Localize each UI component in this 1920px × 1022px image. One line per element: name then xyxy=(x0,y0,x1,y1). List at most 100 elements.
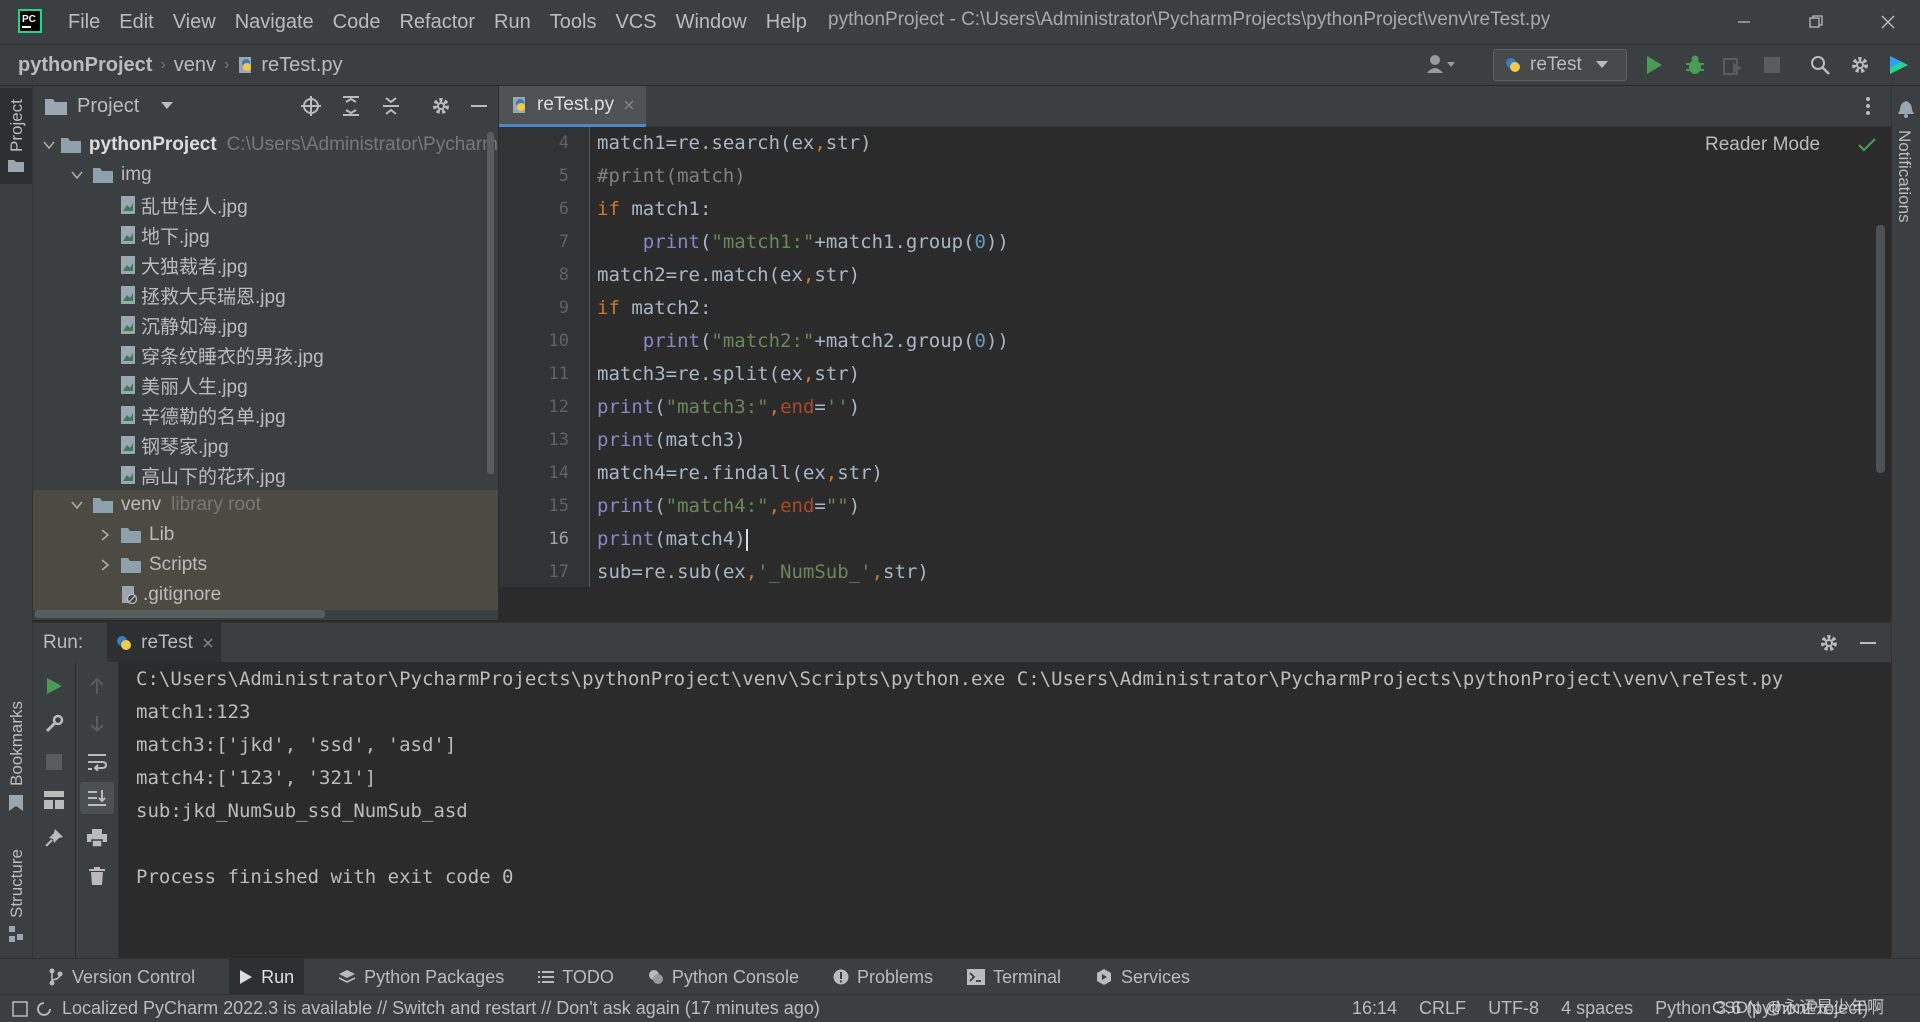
minimize-button[interactable] xyxy=(1716,0,1772,44)
menu-vcs[interactable]: VCS xyxy=(615,11,656,34)
coverage-button[interactable] xyxy=(1722,55,1744,77)
tab-todo[interactable]: TODO xyxy=(538,967,614,988)
tree-horizontal-scrollbar[interactable] xyxy=(35,610,325,618)
tree-item[interactable]: 高山下的花环.jpg xyxy=(33,460,498,490)
run-console-output[interactable]: C:\Users\Administrator\PycharmProjects\p… xyxy=(119,662,1891,958)
tree-item[interactable]: 大独裁者.jpg xyxy=(33,250,498,280)
caret-position[interactable]: 16:14 xyxy=(1352,998,1397,1019)
tree-vertical-scrollbar[interactable] xyxy=(487,132,494,474)
layout-button[interactable] xyxy=(42,788,66,812)
notifications-bell-icon[interactable] xyxy=(1898,100,1914,118)
debug-button[interactable] xyxy=(1684,54,1706,76)
bookmarks-tool-label[interactable]: Bookmarks xyxy=(7,701,27,786)
tool-window-tabs: Version Control Run Python Packages TODO… xyxy=(0,958,1920,995)
tree-item[interactable]: pythonProject C:\Users\Administrator\Pych… xyxy=(33,130,498,160)
jetbrains-toolbox-icon[interactable] xyxy=(1888,54,1910,76)
search-everywhere-button[interactable] xyxy=(1810,55,1830,75)
scroll-up-button[interactable] xyxy=(85,674,109,698)
tree-item-label: 辛德勒的名单.jpg xyxy=(141,406,286,428)
tab-version-control[interactable]: Version Control xyxy=(48,967,195,988)
scroll-to-end-button[interactable] xyxy=(80,782,114,814)
chevron-down-icon[interactable] xyxy=(71,499,89,511)
structure-tool-label[interactable]: Structure xyxy=(7,849,27,918)
menu-navigate[interactable]: Navigate xyxy=(235,11,314,34)
menu-help[interactable]: Help xyxy=(766,11,807,34)
tree-item[interactable]: 辛德勒的名单.jpg xyxy=(33,400,498,430)
restore-button[interactable] xyxy=(1788,0,1844,44)
tab-terminal[interactable]: Terminal xyxy=(967,967,1061,988)
edit-configuration-button[interactable] xyxy=(42,712,66,736)
project-view-selector[interactable]: Project xyxy=(77,95,139,118)
close-window-button[interactable] xyxy=(1860,0,1916,44)
toggle-tool-windows-icon[interactable] xyxy=(12,1000,28,1017)
run-tab-retest[interactable]: reTest xyxy=(107,623,221,663)
scroll-down-button[interactable] xyxy=(85,712,109,736)
menu-file[interactable]: File xyxy=(68,11,100,34)
soft-wrap-button[interactable] xyxy=(85,750,109,774)
hide-run-panel-button[interactable] xyxy=(1859,633,1877,653)
tree-item[interactable]: Scripts xyxy=(33,550,498,580)
tree-item[interactable]: Lib xyxy=(33,520,498,550)
rerun-button[interactable] xyxy=(42,674,66,698)
chevron-right-icon[interactable] xyxy=(99,529,117,541)
project-options-button[interactable] xyxy=(431,96,451,116)
tree-item[interactable]: .gitignore xyxy=(33,580,498,610)
editor-tab-retest[interactable]: reTest.py xyxy=(499,86,647,127)
code-token: sub=re.sub(ex xyxy=(597,561,746,583)
tab-options-button[interactable] xyxy=(1865,96,1871,116)
code-editor[interactable]: match1=re.search(ex,str) #print(match) if … xyxy=(590,127,1891,587)
chevron-right-icon[interactable] xyxy=(99,559,117,571)
tree-item[interactable]: img xyxy=(33,160,498,190)
clear-all-button[interactable] xyxy=(85,864,109,888)
tree-item[interactable]: venv library root xyxy=(33,490,498,520)
chevron-down-icon[interactable] xyxy=(161,102,174,110)
menu-code[interactable]: Code xyxy=(333,11,381,34)
tab-python-console[interactable]: Python Console xyxy=(648,967,799,988)
collapse-all-button[interactable] xyxy=(381,96,401,116)
status-message[interactable]: Localized PyCharm 2022.3 is available //… xyxy=(62,998,820,1019)
tree-item[interactable]: 沉静如海.jpg xyxy=(33,310,498,340)
line-separator[interactable]: CRLF xyxy=(1419,998,1466,1019)
menu-tools[interactable]: Tools xyxy=(550,11,597,34)
tab-python-packages[interactable]: Python Packages xyxy=(338,967,504,988)
tab-problems[interactable]: Problems xyxy=(833,967,933,988)
menu-refactor[interactable]: Refactor xyxy=(399,11,475,34)
file-encoding[interactable]: UTF-8 xyxy=(1488,998,1539,1019)
print-button[interactable] xyxy=(85,826,109,850)
hide-panel-button[interactable] xyxy=(470,96,488,116)
user-menu-button[interactable] xyxy=(1426,54,1456,74)
run-configuration-select[interactable]: reTest xyxy=(1493,49,1627,81)
tree-item[interactable]: 地下.jpg xyxy=(33,220,498,250)
tree-item[interactable]: 美丽人生.jpg xyxy=(33,370,498,400)
close-tab-icon[interactable] xyxy=(624,100,634,110)
menu-window[interactable]: Window xyxy=(676,11,747,34)
tree-item[interactable]: 乱世佳人.jpg xyxy=(33,190,498,220)
inspection-ok-icon[interactable] xyxy=(1858,138,1876,152)
indent-setting[interactable]: 4 spaces xyxy=(1561,998,1633,1019)
run-panel-settings-button[interactable] xyxy=(1819,633,1839,653)
stop-button[interactable] xyxy=(1764,57,1780,73)
editor-scrollbar[interactable] xyxy=(1876,225,1885,473)
chevron-down-icon[interactable] xyxy=(71,169,89,181)
breadcrumb-file[interactable]: reTest.py xyxy=(261,54,342,77)
notifications-tool-label[interactable]: Notifications xyxy=(1894,130,1914,223)
tree-item[interactable]: 钢琴家.jpg xyxy=(33,430,498,460)
tab-services[interactable]: Services xyxy=(1095,967,1190,988)
close-tab-icon[interactable] xyxy=(203,638,213,648)
breadcrumb-venv[interactable]: venv xyxy=(174,54,216,77)
reader-mode-toggle[interactable]: Reader Mode xyxy=(1705,134,1820,156)
stop-run-button[interactable] xyxy=(42,750,66,774)
tree-item[interactable]: 穿条纹睡衣的男孩.jpg xyxy=(33,340,498,370)
pin-tab-button[interactable] xyxy=(42,826,66,850)
menu-view[interactable]: View xyxy=(173,11,216,34)
menu-run[interactable]: Run xyxy=(494,11,531,34)
run-button[interactable] xyxy=(1644,55,1664,75)
settings-button[interactable] xyxy=(1850,55,1870,75)
chevron-down-icon[interactable] xyxy=(43,139,57,151)
menu-edit[interactable]: Edit xyxy=(119,11,153,34)
expand-all-button[interactable] xyxy=(341,96,361,116)
tree-item[interactable]: 拯救大兵瑞恩.jpg xyxy=(33,280,498,310)
locate-file-button[interactable] xyxy=(301,96,321,116)
breadcrumb-project[interactable]: pythonProject xyxy=(18,54,152,77)
tab-run[interactable]: Run xyxy=(229,959,305,995)
